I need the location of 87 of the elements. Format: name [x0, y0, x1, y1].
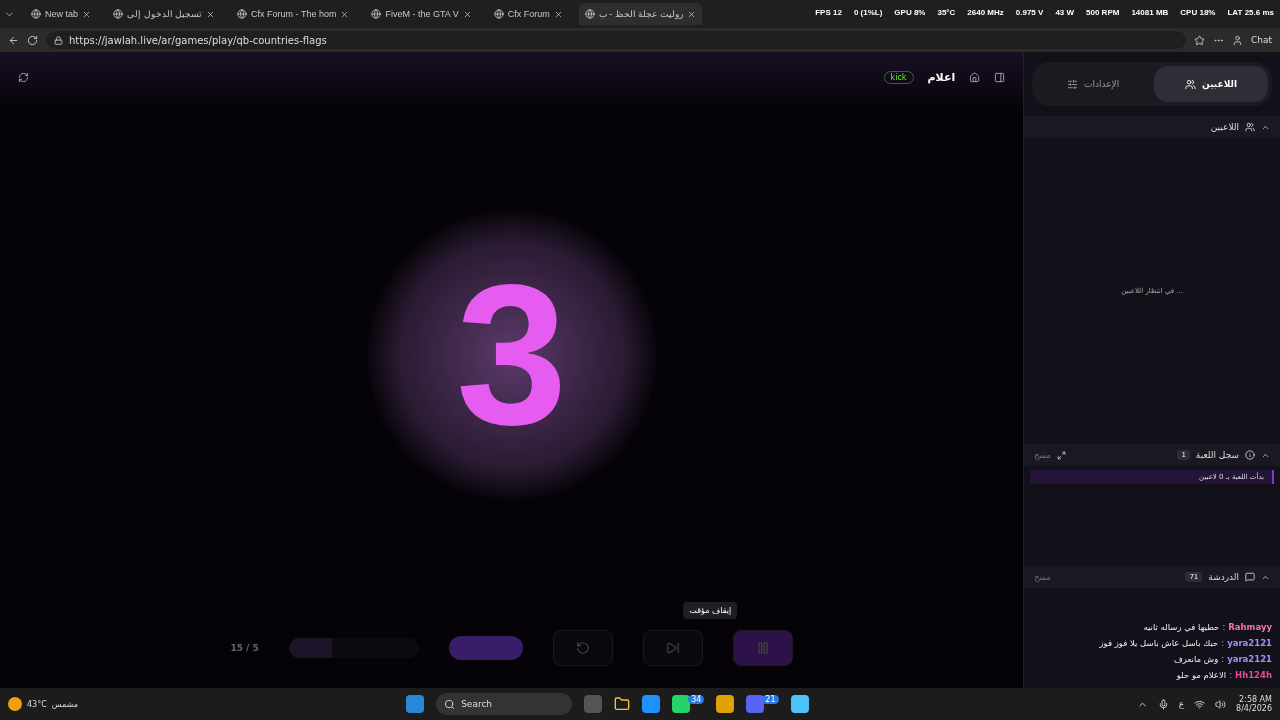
overlay-stat: CPU 18% — [1180, 8, 1216, 17]
skip-icon — [665, 641, 680, 655]
section-title: الدردشة — [1208, 572, 1239, 582]
folder-icon[interactable] — [614, 696, 631, 712]
browser-tab[interactable]: روليت عجلة الحظ - ب — [578, 3, 702, 25]
app-icon[interactable] — [672, 695, 691, 713]
users-icon — [1245, 122, 1255, 132]
volume-icon[interactable] — [1215, 698, 1227, 710]
message-text: وش مانعرف — [1173, 654, 1219, 664]
close-icon[interactable] — [82, 9, 92, 19]
search-field[interactable]: Search — [436, 693, 573, 715]
app-icon[interactable] — [790, 695, 809, 713]
notification-badge: 34 — [688, 695, 705, 704]
expand-icon[interactable] — [1056, 450, 1066, 460]
close-icon[interactable] — [462, 9, 472, 19]
chat-icon — [1245, 572, 1255, 582]
browser-tab[interactable]: تسجيل الدخول إلى — [107, 3, 222, 25]
app-icon[interactable] — [716, 695, 735, 713]
panel-toggle-icon[interactable] — [994, 71, 1006, 83]
temperature: 43°C — [27, 699, 47, 709]
address-field[interactable]: https://jawlah.live/ar/games/play/qb-countries-flags — [46, 31, 1186, 49]
overlay-stat: LAT 25.6 ms — [1227, 8, 1274, 17]
browser-tab[interactable]: FiveM - the GTA V — [365, 3, 478, 25]
close-icon[interactable] — [686, 9, 696, 19]
restart-button[interactable] — [552, 630, 613, 666]
close-icon[interactable] — [206, 9, 216, 19]
countdown-number: 3 — [455, 255, 568, 455]
clock-date: 8/4/2026 — [1236, 704, 1272, 713]
info-icon — [1245, 450, 1255, 460]
separator: : — [1222, 622, 1226, 632]
players-header[interactable]: اللاعبين — [1024, 116, 1280, 138]
home-icon[interactable] — [969, 71, 981, 83]
overlay-stat: 0.975 V — [1015, 8, 1044, 17]
refresh-icon[interactable] — [18, 71, 29, 83]
close-icon[interactable] — [340, 9, 350, 19]
overlay-stat: 14081 MB — [1131, 8, 1169, 17]
browser-tab[interactable]: New tab — [25, 3, 98, 25]
message-text: الاعلام مو حلو — [1176, 670, 1227, 680]
separator: : — [1221, 654, 1225, 664]
section-title: سجل اللعبة — [1195, 450, 1239, 460]
notification-badge: 21 — [762, 695, 779, 704]
chat-button[interactable]: Chat — [1250, 35, 1272, 45]
restart-icon — [575, 641, 590, 655]
section-title: اللاعبين — [1210, 122, 1239, 132]
profile-icon[interactable] — [1231, 34, 1243, 46]
lock-icon — [54, 35, 63, 45]
globe-icon — [113, 9, 124, 19]
clock-time: 2:58 AM — [1239, 695, 1272, 704]
game-title: اعلام — [927, 70, 956, 84]
message-text: حبك باسل عاش باسل يلا فوز فوز — [1099, 638, 1219, 648]
browser-tab[interactable]: Cfx Forum - The hom — [231, 3, 356, 25]
clear-link[interactable]: مسح — [1034, 572, 1051, 582]
separator: : — [1221, 638, 1225, 648]
search-icon — [444, 698, 456, 710]
globe-icon — [584, 9, 595, 19]
back-icon[interactable] — [8, 34, 19, 46]
panel-tab[interactable]: الإعدادات — [1036, 66, 1151, 102]
overlay-stat: 0 (1%L) — [853, 8, 883, 17]
globe-icon — [493, 9, 504, 19]
overlay-stat: 43 W — [1055, 8, 1075, 17]
overlay-stat: 35°C — [937, 8, 956, 17]
overlay-stat: 500 RPM — [1086, 8, 1120, 17]
globe-icon — [371, 9, 382, 19]
app-icon[interactable] — [746, 695, 765, 713]
weather-text: مشمس — [51, 699, 78, 709]
pause-icon — [755, 641, 770, 655]
close-icon[interactable] — [553, 9, 563, 19]
star-icon[interactable] — [1193, 34, 1205, 46]
sun-icon — [8, 697, 22, 711]
sliders-icon — [1067, 78, 1079, 90]
reload-icon[interactable] — [27, 34, 38, 46]
overlay-stat: FPS 12 — [815, 8, 842, 17]
globe-icon — [31, 9, 41, 19]
browser-tab[interactable]: Cfx Forum — [487, 3, 569, 25]
round-counter: 15 / 5 — [230, 643, 259, 653]
message-text: حطيها في رساله ثانيه — [1143, 622, 1220, 632]
clear-link[interactable]: مسح — [1034, 450, 1051, 460]
language-indicator[interactable]: ع — [1178, 699, 1185, 709]
users-icon — [1185, 78, 1197, 90]
tooltip: إيقاف مؤقت — [683, 602, 738, 619]
separator: : — [1229, 670, 1233, 680]
mic-icon[interactable] — [1157, 698, 1169, 710]
overlay-stat: 2640 MHz — [967, 8, 1004, 17]
panel-tab[interactable]: اللاعبين — [1154, 66, 1268, 102]
globe-icon — [237, 9, 248, 19]
network-icon[interactable] — [1194, 698, 1206, 710]
overlay-stat: GPU 8% — [894, 8, 926, 17]
